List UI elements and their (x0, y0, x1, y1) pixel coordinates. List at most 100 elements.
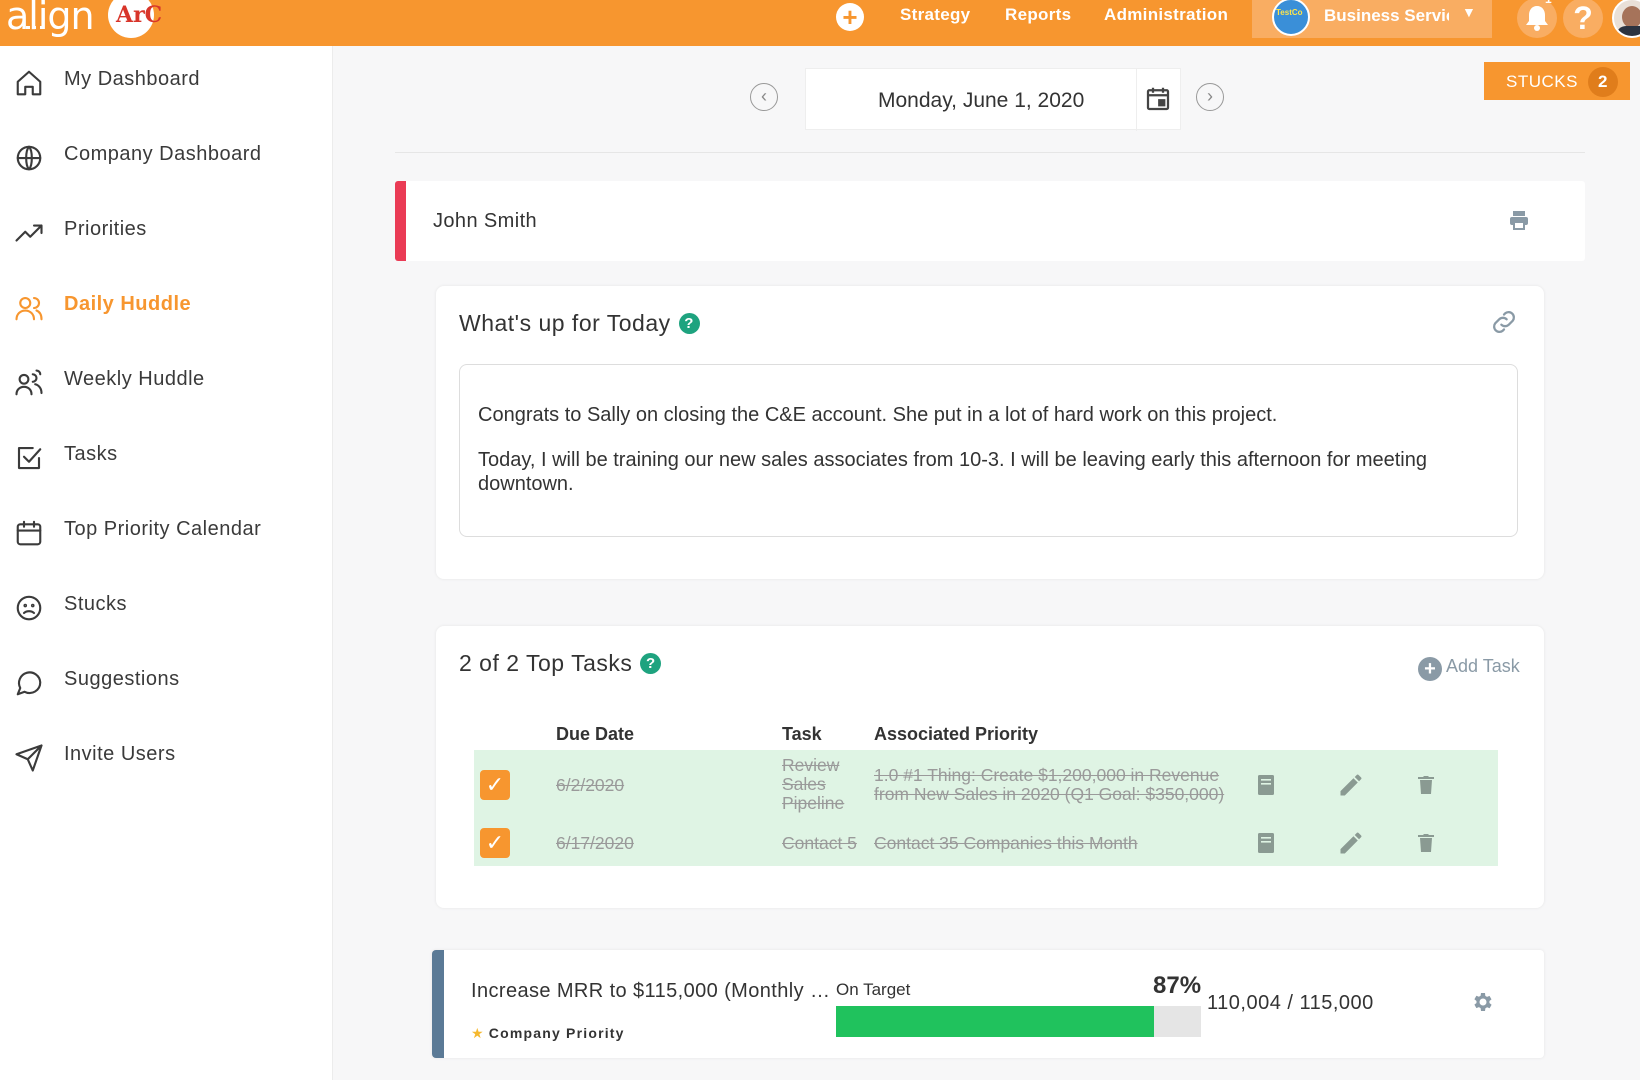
pencil-icon[interactable] (1337, 829, 1365, 857)
user-avatar[interactable] (1612, 0, 1640, 38)
trend-up-icon (15, 224, 43, 242)
sidebar-item-label: Priorities (64, 218, 147, 240)
calendar-icon[interactable] (1143, 84, 1173, 114)
date-divider (1136, 69, 1137, 131)
today-title: What's up for Today? (459, 310, 700, 337)
priority-card[interactable]: Increase MRR to $115,000 (Monthly Recurr… (432, 950, 1544, 1058)
stucks-button[interactable]: STUCKS 2 (1484, 62, 1630, 100)
help-icon[interactable]: ? (678, 313, 700, 334)
task-name: Contact 5 (782, 833, 857, 853)
sidebar-item-stucks[interactable]: Stucks (0, 579, 333, 633)
sidebar-item-label: Tasks (64, 443, 118, 465)
user-card: John Smith (395, 181, 1585, 261)
today-paragraph-2: Today, I will be training our new sales … (478, 449, 1427, 495)
tasks-title: 2 of 2 Top Tasks? (459, 650, 662, 677)
sidebar-item-tasks[interactable]: Tasks (0, 429, 333, 483)
today-paragraph-1: Congrats to Sally on closing the C&E acc… (478, 404, 1278, 426)
sidebar-item-top-priority-calendar[interactable]: Top Priority Calendar (0, 504, 333, 558)
notebook-icon[interactable] (1254, 773, 1278, 797)
column-task[interactable]: Task (782, 724, 822, 745)
today-panel: What's up for Today? Congrats to Sally o… (436, 286, 1544, 579)
sidebar-item-invite-users[interactable]: Invite Users (0, 729, 333, 783)
sidebar-item-weekly-huddle[interactable]: Weekly Huddle (0, 354, 333, 408)
sidebar-item-suggestions[interactable]: Suggestions (0, 654, 333, 708)
chat-bubble-icon (16, 671, 42, 696)
check-icon: ✓ (485, 830, 505, 855)
top-tasks-panel: 2 of 2 Top Tasks? + Add Task Due Date Ta… (436, 626, 1544, 908)
sidebar-item-label: Company Dashboard (64, 143, 262, 165)
sidebar-item-daily-huddle[interactable]: Daily Huddle (0, 279, 333, 333)
company-switcher[interactable]: TestCo Business Services ▼ (1252, 0, 1492, 38)
task-checkbox[interactable]: ✓ (480, 770, 510, 800)
table-row[interactable]: ✓ 6/2/2020 Review Sales Pipeline 1.0 #1 … (474, 750, 1498, 820)
add-task-label: Add Task (1446, 656, 1520, 676)
trash-icon[interactable] (1414, 830, 1438, 856)
date-picker[interactable]: Monday, June 1, 2020 (805, 68, 1181, 131)
globe-icon (16, 145, 42, 171)
help-button[interactable]: ? (1563, 0, 1603, 38)
sidebar-item-label: Top Priority Calendar (64, 518, 262, 540)
notification-count: 1 (1545, 0, 1552, 6)
table-row[interactable]: ✓ 6/17/2020 Contact 5 Contact 35 Compani… (474, 820, 1498, 866)
chevron-left-icon: ‹ (761, 86, 767, 106)
logo-dots (26, 26, 44, 30)
prev-day-button[interactable]: ‹ (750, 83, 778, 111)
send-icon (15, 744, 43, 772)
gear-icon[interactable] (1470, 990, 1494, 1014)
task-checkbox[interactable]: ✓ (480, 828, 510, 858)
pencil-icon[interactable] (1337, 771, 1365, 799)
sidebar-item-company-dashboard[interactable]: Company Dashboard (0, 129, 333, 183)
sidebar-item-priorities[interactable]: Priorities (0, 204, 333, 258)
add-circle-icon: + (1418, 657, 1442, 681)
sidebar: My Dashboard Company Dashboard Prioritie… (0, 46, 333, 1080)
sidebar-item-label: Suggestions (64, 668, 180, 690)
print-icon[interactable] (1507, 208, 1531, 232)
user-name: John Smith (433, 210, 538, 232)
sidebar-item-label: Weekly Huddle (64, 368, 205, 390)
sidebar-item-label: Daily Huddle (64, 293, 192, 315)
task-priority: 1.0 #1 Thing: Create $1,200,000 in Reven… (874, 765, 1225, 804)
today-notes[interactable]: Congrats to Sally on closing the C&E acc… (459, 364, 1518, 537)
logo-text: align (6, 0, 95, 38)
stucks-count: 2 (1588, 67, 1618, 97)
company-name: Business Services (1324, 6, 1449, 25)
nav-administration[interactable]: Administration (1104, 5, 1228, 25)
task-due-date: 6/17/2020 (556, 833, 634, 853)
sidebar-item-label: My Dashboard (64, 68, 201, 90)
task-priority: Contact 35 Companies this Month (874, 833, 1138, 853)
nav-strategy[interactable]: Strategy (900, 5, 970, 25)
column-associated-priority[interactable]: Associated Priority (874, 724, 1038, 745)
link-icon[interactable] (1488, 306, 1520, 338)
sidebar-item-my-dashboard[interactable]: My Dashboard (0, 54, 333, 108)
company-logo: TestCo (1272, 0, 1310, 36)
task-due-date: 6/2/2020 (556, 775, 625, 795)
stucks-label: STUCKS (1506, 72, 1578, 91)
priority-title: Increase MRR to $115,000 (Monthly Recurr… (471, 980, 836, 1002)
tasks-title-text: 2 of 2 Top Tasks (459, 650, 633, 676)
priority-status: On Target (836, 980, 911, 999)
notifications-button[interactable]: 1 (1517, 0, 1557, 38)
priority-values: 110,004 / 115,000 (1207, 992, 1374, 1014)
column-due-date[interactable]: Due Date (556, 724, 634, 745)
notebook-icon[interactable] (1254, 831, 1278, 855)
divider (395, 152, 1585, 153)
trash-icon[interactable] (1414, 772, 1438, 798)
current-date: Monday, June 1, 2020 (878, 89, 1085, 112)
top-bar: align ArC + Strategy Reports Administrat… (0, 0, 1640, 46)
app-logo[interactable]: align (6, 0, 95, 38)
partner-logo: ArC (108, 0, 162, 38)
priority-tag: ★ Company Priority (471, 1025, 625, 1042)
progress-bar (836, 1006, 1201, 1037)
check-icon: ✓ (485, 772, 505, 797)
progress-fill (836, 1006, 1154, 1037)
calendar-icon (16, 520, 42, 546)
add-task-button[interactable]: + Add Task (1418, 656, 1520, 681)
caret-down-icon: ▼ (1462, 4, 1476, 20)
help-icon[interactable]: ? (640, 653, 662, 674)
chevron-right-icon: › (1207, 86, 1213, 106)
frown-icon (16, 595, 42, 621)
nav-reports[interactable]: Reports (1005, 5, 1071, 25)
priority-percent: 87% (1153, 972, 1202, 999)
next-day-button[interactable]: › (1196, 83, 1224, 111)
quick-add-icon[interactable]: + (836, 3, 864, 31)
